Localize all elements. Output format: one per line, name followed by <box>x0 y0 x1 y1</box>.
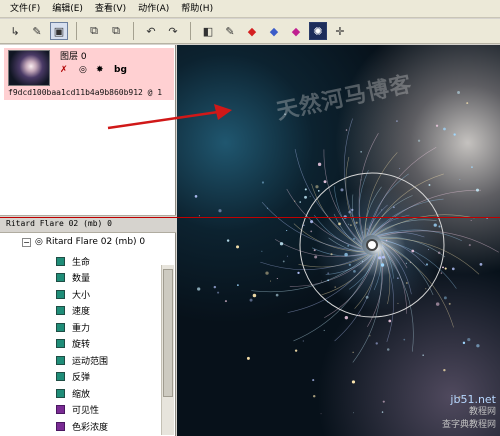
property-swatch-icon <box>56 388 65 398</box>
property-swatch-icon <box>56 421 65 431</box>
red-arrow-annotation <box>107 104 232 130</box>
tree-item[interactable]: 大小 <box>56 286 108 303</box>
tree-item[interactable]: 旋转 <box>56 336 108 353</box>
x-icon[interactable]: ✗ <box>60 65 68 75</box>
tree-root-label: Ritard Flare 02 (mb) 0 <box>45 237 146 247</box>
tree-item-label: 运动范围 <box>72 356 109 367</box>
corner-watermark-site: jb51.net <box>450 393 496 406</box>
property-swatch-icon <box>56 405 65 415</box>
tree-item[interactable]: 色彩浓度 <box>56 418 108 435</box>
toolbar-separator <box>133 22 134 40</box>
layer-icon[interactable]: ◧ <box>199 22 217 40</box>
layer-row[interactable]: 图层 0 ✗ ◎ ✸ bg f9dcd100baa1cd11b4a9b860b9… <box>4 48 174 100</box>
collapse-icon[interactable]: − <box>22 238 31 247</box>
tree-item-label: 反弹 <box>72 373 91 384</box>
red-guide-line <box>0 217 500 218</box>
save-icon[interactable]: ▣ <box>50 22 68 40</box>
tree-item-label: 旋转 <box>72 340 91 351</box>
undo-icon[interactable]: ↶ <box>142 22 160 40</box>
redo-icon[interactable]: ↷ <box>164 22 182 40</box>
tree-item[interactable]: 生命 <box>56 253 108 270</box>
particle-icon[interactable]: ✺ <box>309 22 327 40</box>
tree-item-label: 大小 <box>72 290 91 301</box>
property-swatch-icon <box>56 322 65 332</box>
open-icon[interactable]: ✎ <box>28 22 46 40</box>
property-swatch-icon <box>56 306 65 316</box>
tree-item[interactable]: 数量 <box>56 270 108 287</box>
target-icon[interactable]: ◎ <box>79 65 87 75</box>
corner-watermark-subtitle: 查字典教程网 <box>441 420 496 430</box>
tree-item[interactable]: 重力 <box>56 319 108 336</box>
property-swatch-icon <box>56 339 65 349</box>
scroll-thumb[interactable] <box>163 269 173 397</box>
red-flag-icon[interactable]: ◆ <box>243 22 261 40</box>
tree-scrollbar[interactable] <box>161 265 174 435</box>
tree-item[interactable]: 运动范围 <box>56 352 108 369</box>
corner-watermark-name: 教程网 <box>468 407 496 417</box>
blue-layer-icon[interactable]: ◆ <box>265 22 283 40</box>
tree-root[interactable]: − ◎ Ritard Flare 02 (mb) 0 <box>22 237 145 247</box>
tree-item-label: 速度 <box>72 307 91 318</box>
toolbar: ↳ ✎ ▣ ⧉ ⧉ ↶ ↷ ◧ ✎ ◆ ◆ ◆ ✺ ✛ <box>0 19 500 44</box>
tree-item[interactable]: 可见性 <box>56 402 108 419</box>
property-swatch-icon <box>56 289 65 299</box>
gear-icon[interactable]: ✸ <box>96 65 104 75</box>
bg-label[interactable]: bg <box>114 65 127 75</box>
property-swatch-icon <box>56 355 65 365</box>
new-icon[interactable]: ↳ <box>6 22 24 40</box>
layer-thumbnail[interactable] <box>8 50 50 86</box>
tree-item-label: 数量 <box>72 274 91 285</box>
menu-item-2[interactable]: 查看(V) <box>89 0 132 18</box>
root-icon: ◎ <box>35 237 46 247</box>
tree-item-label: 色彩浓度 <box>72 422 109 433</box>
property-swatch-icon <box>56 256 65 266</box>
tree-item-label: 生命 <box>72 257 91 268</box>
pen-icon[interactable]: ✎ <box>221 22 239 40</box>
tree-item-label: 可见性 <box>72 406 100 417</box>
property-swatch-icon <box>56 372 65 382</box>
menu-item-1[interactable]: 编辑(E) <box>46 0 89 18</box>
menu-bar: 文件(F) 编辑(E) 查看(V) 动作(A) 帮助(H) <box>0 0 500 18</box>
toolbar-separator <box>76 22 77 40</box>
menu-item-4[interactable]: 帮助(H) <box>175 0 219 18</box>
copy-icon[interactable]: ⧉ <box>85 22 103 40</box>
tree-item[interactable]: 速度 <box>56 303 108 320</box>
tree-item-label: 缩放 <box>72 389 91 400</box>
tree-item[interactable]: 反弹 <box>56 369 108 386</box>
layer-id-text: f9dcd100baa1cd11b4a9b860b912 @ 1 <box>8 88 163 97</box>
tree-list: 生命数量大小速度重力旋转运动范围反弹缩放可见性色彩浓度 <box>56 253 108 435</box>
menu-item-3[interactable]: 动作(A) <box>132 0 175 18</box>
corner-watermark: jb51.net 教程网 查字典教程网 <box>442 393 496 432</box>
tree-item[interactable]: 缩放 <box>56 385 108 402</box>
tree-item-label: 重力 <box>72 323 91 334</box>
grid-icon[interactable]: ✛ <box>331 22 349 40</box>
magenta-layer-icon[interactable]: ◆ <box>287 22 305 40</box>
menu-item-0[interactable]: 文件(F) <box>4 0 46 18</box>
paste-icon[interactable]: ⧉ <box>107 22 125 40</box>
toolbar-separator <box>190 22 191 40</box>
layer-name: 图层 0 <box>60 52 87 62</box>
property-swatch-icon <box>56 273 65 283</box>
